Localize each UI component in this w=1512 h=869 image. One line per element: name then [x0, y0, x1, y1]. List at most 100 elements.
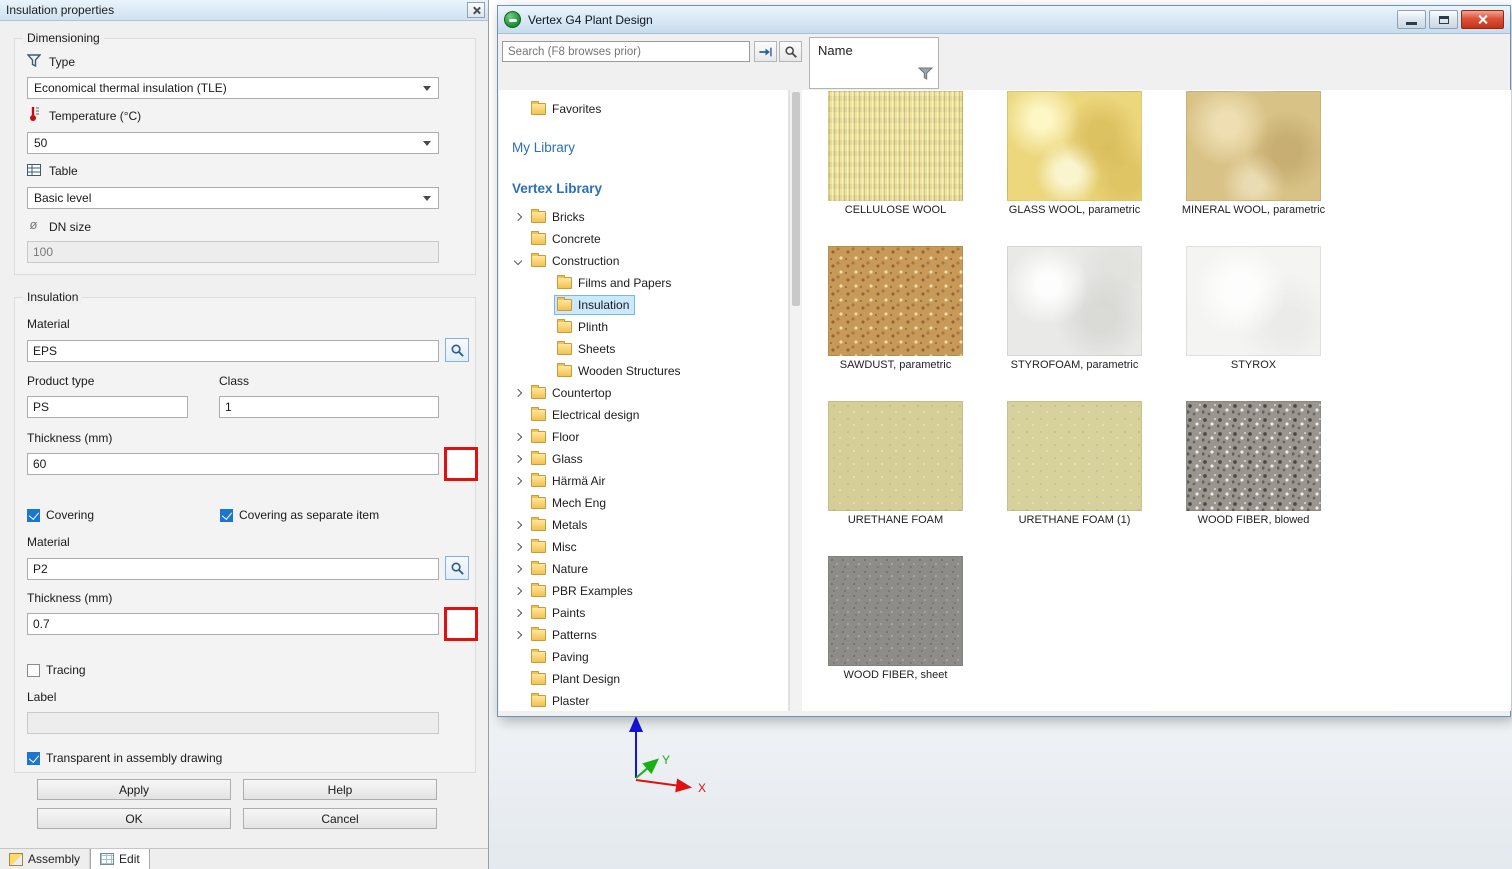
covering-material-input[interactable] — [27, 558, 439, 580]
tree-item[interactable]: Härmä Air — [499, 470, 788, 492]
tree-item[interactable]: PBR Examples — [499, 580, 788, 602]
vertex-library-header[interactable]: Vertex Library — [499, 177, 788, 200]
library-search-input[interactable] — [502, 41, 750, 62]
dn-size-input[interactable] — [27, 241, 439, 263]
material-swatch[interactable] — [1007, 91, 1142, 201]
chevron-right-icon[interactable] — [507, 514, 529, 536]
material-tile[interactable]: STYROX — [1186, 246, 1321, 378]
product-type-input[interactable] — [27, 396, 188, 418]
help-button[interactable]: Help — [243, 779, 437, 800]
material-swatch[interactable] — [828, 91, 963, 201]
temperature-combobox[interactable]: 50 — [27, 132, 439, 154]
tree-item[interactable]: Floor — [499, 426, 788, 448]
material-tile[interactable]: WOOD FIBER, sheet — [828, 556, 963, 688]
covering-thickness-input[interactable] — [27, 613, 439, 635]
material-swatch[interactable] — [828, 246, 963, 356]
material-tile[interactable]: URETHANE FOAM (1) — [1007, 401, 1142, 533]
maximize-button[interactable] — [1429, 10, 1458, 29]
covering-material-search-button[interactable] — [445, 556, 469, 580]
minimize-button[interactable] — [1397, 10, 1426, 29]
apply-button[interactable]: Apply — [37, 779, 231, 800]
search-go-button[interactable] — [754, 41, 777, 62]
tree-item[interactable]: Bricks — [499, 206, 788, 228]
covering-separate-checkbox[interactable] — [220, 509, 233, 522]
search-button[interactable] — [779, 41, 802, 62]
material-tile[interactable]: MINERAL WOOL, parametric — [1186, 91, 1321, 223]
tree-item[interactable]: Nature — [499, 558, 788, 580]
material-swatch[interactable] — [828, 401, 963, 511]
tree-item[interactable]: Paints — [499, 602, 788, 624]
search-icon — [784, 45, 798, 59]
chevron-right-icon[interactable] — [507, 580, 529, 602]
tree-item[interactable]: Misc — [499, 536, 788, 558]
material-tile[interactable]: WOOD FIBER, blowed — [1186, 401, 1321, 533]
name-column-label: Name — [818, 43, 853, 58]
name-column-header[interactable]: Name — [809, 37, 939, 89]
tree-item[interactable]: Plinth — [499, 316, 788, 338]
material-search-button[interactable] — [445, 338, 469, 362]
tree-item[interactable]: Countertop — [499, 382, 788, 404]
tree-item[interactable]: Films and Papers — [499, 272, 788, 294]
tab-assembly[interactable]: Assembly — [0, 849, 90, 869]
table-combobox[interactable]: Basic level — [27, 187, 439, 209]
tree-item[interactable]: Wooden Structures — [499, 360, 788, 382]
chevron-right-icon[interactable] — [507, 558, 529, 580]
scrollbar-thumb[interactable] — [792, 92, 800, 306]
chevron-right-icon[interactable] — [507, 426, 529, 448]
material-swatch[interactable] — [1007, 246, 1142, 356]
dialog-close-button[interactable] — [467, 2, 485, 18]
tree-item[interactable]: Concrete — [499, 228, 788, 250]
tree-scrollbar[interactable] — [789, 90, 802, 711]
covering-checkbox[interactable] — [27, 509, 40, 522]
tree-item-favorites[interactable]: Favorites — [499, 98, 788, 120]
material-tile[interactable]: GLASS WOOL, parametric — [1007, 91, 1142, 223]
tree-item[interactable]: Sheets — [499, 338, 788, 360]
close-button[interactable] — [1461, 10, 1504, 29]
material-swatch[interactable] — [1186, 246, 1321, 356]
tree-item[interactable]: Electrical design — [499, 404, 788, 426]
material-swatch[interactable] — [1186, 401, 1321, 511]
tab-edit[interactable]: Edit — [90, 849, 150, 869]
tracing-checkbox[interactable] — [27, 664, 40, 677]
tree-item[interactable]: Metals — [499, 514, 788, 536]
material-swatch[interactable] — [828, 556, 963, 666]
tree-item[interactable]: Patterns — [499, 624, 788, 646]
tree-item[interactable]: Paving — [499, 646, 788, 668]
chevron-right-icon[interactable] — [507, 624, 529, 646]
tree-item[interactable]: Plant Design — [499, 668, 788, 690]
chevron-right-icon[interactable] — [507, 470, 529, 492]
ok-button[interactable]: OK — [37, 808, 231, 829]
label-input[interactable] — [27, 712, 439, 734]
tree-item[interactable]: Insulation — [499, 294, 788, 316]
material-swatch[interactable] — [1007, 401, 1142, 511]
chevron-right-icon[interactable] — [507, 250, 529, 272]
thickness-input[interactable] — [27, 453, 439, 475]
tree-item[interactable]: Mech Eng — [499, 492, 788, 514]
chevron-right-icon[interactable] — [507, 448, 529, 470]
material-swatch[interactable] — [1186, 91, 1321, 201]
class-input[interactable] — [219, 396, 439, 418]
tree-item-label: Construction — [552, 254, 619, 268]
chevron-right-icon[interactable] — [507, 206, 529, 228]
type-combobox[interactable]: Economical thermal insulation (TLE) — [27, 77, 439, 99]
tree-item[interactable]: Plaster — [499, 690, 788, 711]
window-titlebar[interactable]: Vertex G4 Plant Design — [498, 6, 1510, 34]
insulation-color-swatch[interactable] — [444, 447, 478, 481]
filter-funnel-icon[interactable] — [918, 67, 933, 84]
transparent-checkbox[interactable] — [27, 752, 40, 765]
close-icon — [472, 6, 481, 15]
tree-item[interactable]: Glass — [499, 448, 788, 470]
material-tile[interactable]: SAWDUST, parametric — [828, 246, 963, 378]
chevron-right-icon[interactable] — [507, 602, 529, 624]
covering-color-swatch[interactable] — [444, 607, 478, 641]
material-tile[interactable]: URETHANE FOAM — [828, 401, 963, 533]
chevron-right-icon[interactable] — [507, 536, 529, 558]
material-tile[interactable]: CELLULOSE WOOL — [828, 91, 963, 223]
chevron-right-icon[interactable] — [507, 382, 529, 404]
cancel-button[interactable]: Cancel — [243, 808, 437, 829]
material-input[interactable] — [27, 340, 439, 362]
dialog-titlebar[interactable]: Insulation properties — [0, 0, 488, 21]
my-library-link[interactable]: My Library — [499, 136, 788, 159]
material-tile[interactable]: STYROFOAM, parametric — [1007, 246, 1142, 378]
tree-item[interactable]: Construction — [499, 250, 788, 272]
